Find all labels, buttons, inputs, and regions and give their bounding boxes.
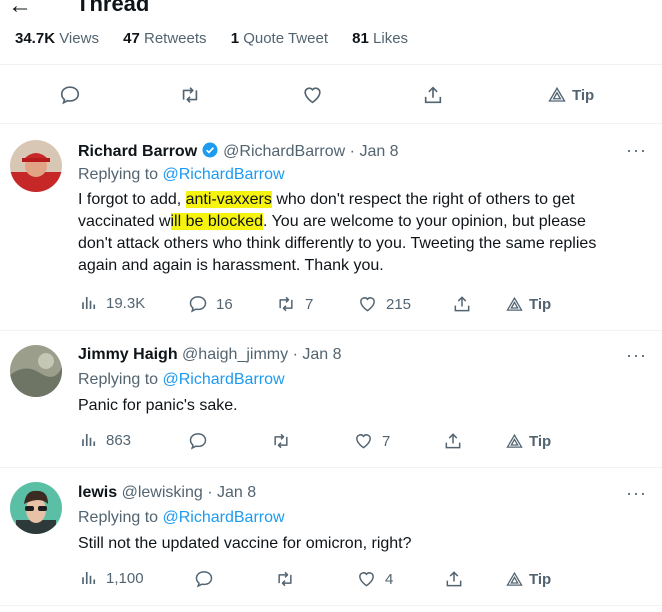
reply-icon [189, 296, 207, 313]
page-title: Thread [76, 0, 150, 16]
tweet-header: lewis @lewisking · Jan 8 [78, 484, 257, 501]
tip-icon [506, 433, 523, 448]
verified-badge-icon [201, 141, 219, 164]
heart-icon [304, 87, 321, 104]
more-icon[interactable]: ··· [626, 483, 647, 504]
reply-button[interactable]: 16 [188, 294, 233, 314]
author-handle[interactable]: @RichardBarrow [223, 143, 345, 160]
analytics-icon [82, 297, 96, 309]
views-button[interactable]: 863 [80, 431, 131, 449]
divider [0, 467, 662, 468]
tweet-text: Still not the updated vaccine for omicro… [78, 535, 412, 552]
retweet-button[interactable] [274, 569, 296, 589]
highlight: ill be blocked [170, 213, 263, 230]
avatar-image [10, 345, 62, 397]
mention-link[interactable]: @RichardBarrow [163, 509, 285, 526]
like-button[interactable]: 4 [356, 569, 393, 589]
avatar[interactable] [10, 482, 62, 534]
tweet-date[interactable]: Jan 8 [302, 346, 341, 363]
heart-icon [360, 297, 375, 312]
share-button[interactable] [444, 569, 464, 589]
tip-icon [548, 86, 566, 102]
tweet-header: Richard Barrow @RichardBarrow · Jan 8 [78, 141, 399, 164]
highlight: anti-vaxxers [185, 191, 272, 208]
reply-icon [60, 86, 80, 105]
avatar[interactable] [10, 140, 62, 192]
divider [0, 330, 662, 331]
analytics-icon [82, 434, 96, 446]
share-icon [454, 296, 470, 312]
analytics-icon [82, 572, 96, 584]
views-button[interactable]: 1,100 [80, 569, 144, 587]
reply-button[interactable] [188, 431, 208, 451]
mention-link[interactable]: @RichardBarrow [163, 371, 285, 388]
avatar[interactable] [10, 345, 62, 397]
tip-button[interactable]: Tip [548, 86, 594, 104]
more-icon[interactable]: ··· [626, 345, 647, 366]
mention-link[interactable]: @RichardBarrow [163, 166, 285, 183]
tip-icon [506, 296, 523, 311]
author-handle[interactable]: @lewisking [122, 484, 203, 501]
reply-icon [195, 571, 213, 588]
views-button[interactable]: 19.3K [80, 294, 145, 312]
tweet-date[interactable]: Jan 8 [217, 484, 256, 501]
retweet-button[interactable] [270, 431, 292, 451]
author-handle[interactable]: @haigh_jimmy [182, 346, 288, 363]
retweet-icon [278, 571, 292, 587]
tweet-text: I forgot to add, anti-vaxxers who don't … [78, 191, 597, 274]
reply-button[interactable] [59, 84, 81, 106]
retweets-stat[interactable]: 47 Retweets [123, 30, 206, 47]
retweet-button[interactable] [178, 84, 202, 106]
share-icon [445, 433, 461, 449]
tweet-header: Jimmy Haigh @haigh_jimmy · Jan 8 [78, 346, 342, 363]
likes-stat[interactable]: 81 Likes [352, 30, 408, 47]
tip-button[interactable]: Tip [506, 433, 551, 450]
retweet-button[interactable]: 7 [275, 294, 313, 314]
divider [0, 123, 662, 124]
reply-icon [189, 433, 207, 450]
tip-button[interactable]: Tip [506, 296, 551, 313]
views-stat[interactable]: 34.7K Views [15, 30, 99, 47]
share-icon [424, 86, 442, 104]
tip-button[interactable]: Tip [506, 571, 551, 588]
like-button[interactable]: 7 [353, 431, 390, 451]
retweet-icon [279, 296, 293, 312]
replying-to: Replying to @RichardBarrow [78, 371, 285, 388]
author-name[interactable]: Jimmy Haigh [78, 346, 178, 363]
share-icon [446, 571, 462, 587]
avatar-image [10, 140, 62, 192]
like-button[interactable]: 215 [357, 294, 411, 314]
tip-icon [506, 571, 523, 586]
avatar-image [10, 482, 62, 534]
heart-icon [359, 572, 374, 587]
replying-to: Replying to @RichardBarrow [78, 166, 285, 183]
author-name[interactable]: Richard Barrow [78, 143, 197, 160]
like-button[interactable] [301, 84, 324, 106]
back-arrow-icon[interactable]: ← [8, 0, 32, 20]
engagement-stats: 34.7K Views 47 Retweets 1 Quote Tweet 81… [15, 30, 428, 47]
share-button[interactable] [452, 294, 472, 314]
retweet-icon [182, 87, 198, 103]
reply-button[interactable] [194, 569, 214, 589]
quote-tweets-stat[interactable]: 1 Quote Tweet [231, 30, 328, 47]
retweet-icon [274, 433, 288, 449]
divider [0, 64, 662, 65]
heart-icon [356, 434, 371, 449]
tweet-text: Panic for panic's sake. [78, 397, 238, 414]
more-icon[interactable]: ··· [626, 140, 647, 161]
author-name[interactable]: lewis [78, 484, 117, 501]
replying-to: Replying to @RichardBarrow [78, 509, 285, 526]
share-button[interactable] [422, 84, 444, 106]
tweet-date[interactable]: Jan 8 [359, 143, 398, 160]
divider [0, 605, 662, 606]
share-button[interactable] [443, 431, 463, 451]
